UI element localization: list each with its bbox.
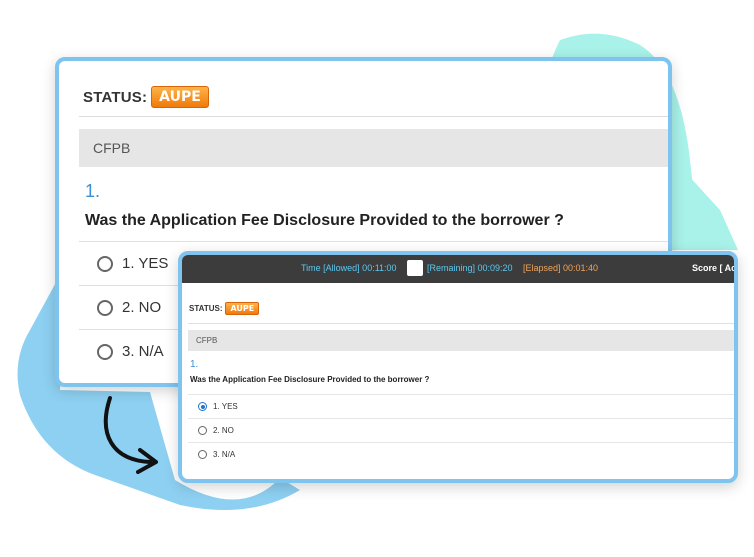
status-badge: AUPE bbox=[225, 302, 260, 315]
time-allowed: Time [Allowed] 00:11:00 bbox=[301, 263, 397, 273]
status-badge: AUPE bbox=[151, 86, 209, 108]
timer-toggle-box[interactable] bbox=[407, 260, 423, 276]
option-no[interactable]: 2. NO bbox=[188, 418, 734, 442]
option-label: 1. YES bbox=[122, 255, 169, 272]
option-na[interactable]: 3. N/A bbox=[188, 442, 734, 466]
status-label: STATUS: bbox=[189, 304, 223, 313]
section-header: CFPB bbox=[79, 129, 668, 167]
timer-bar: Time [Allowed] 00:11:00 [Remaining] 00:0… bbox=[182, 255, 738, 283]
option-label: 3. N/A bbox=[213, 450, 236, 459]
section-title: CFPB bbox=[93, 140, 131, 156]
section-header: CFPB bbox=[188, 330, 734, 351]
curved-arrow-icon bbox=[103, 396, 158, 474]
status-row: STATUS: AUPE bbox=[83, 85, 209, 109]
radio-icon[interactable] bbox=[97, 299, 113, 316]
time-remaining: [Remaining] 00:09:20 bbox=[427, 263, 513, 273]
radio-icon[interactable] bbox=[198, 426, 207, 435]
divider bbox=[79, 116, 668, 117]
option-label: 3. N/A bbox=[122, 343, 164, 360]
section-title: CFPB bbox=[196, 336, 218, 345]
time-elapsed: [Elapsed] 00:01:40 bbox=[523, 263, 599, 273]
question-text: Was the Application Fee Disclosure Provi… bbox=[85, 212, 564, 229]
divider bbox=[188, 323, 734, 324]
option-yes[interactable]: 1. YES bbox=[188, 394, 734, 418]
status-label: STATUS: bbox=[83, 88, 148, 106]
option-label: 2. NO bbox=[213, 426, 234, 435]
right-blob bbox=[665, 150, 738, 250]
option-label: 2. NO bbox=[122, 299, 162, 316]
radio-icon[interactable] bbox=[97, 255, 113, 272]
question-number: 1. bbox=[85, 181, 101, 201]
question-text: Was the Application Fee Disclosure Provi… bbox=[190, 375, 430, 384]
score-label: Score [ Act bbox=[692, 263, 738, 273]
question-number: 1. bbox=[190, 359, 199, 370]
radio-icon[interactable] bbox=[198, 450, 207, 459]
radio-icon[interactable] bbox=[198, 402, 207, 411]
radio-icon[interactable] bbox=[97, 343, 113, 360]
option-label: 1. YES bbox=[213, 402, 238, 411]
small-question-card: Time [Allowed] 00:11:00 [Remaining] 00:0… bbox=[178, 251, 738, 483]
status-row: STATUS: AUPE bbox=[189, 302, 260, 315]
